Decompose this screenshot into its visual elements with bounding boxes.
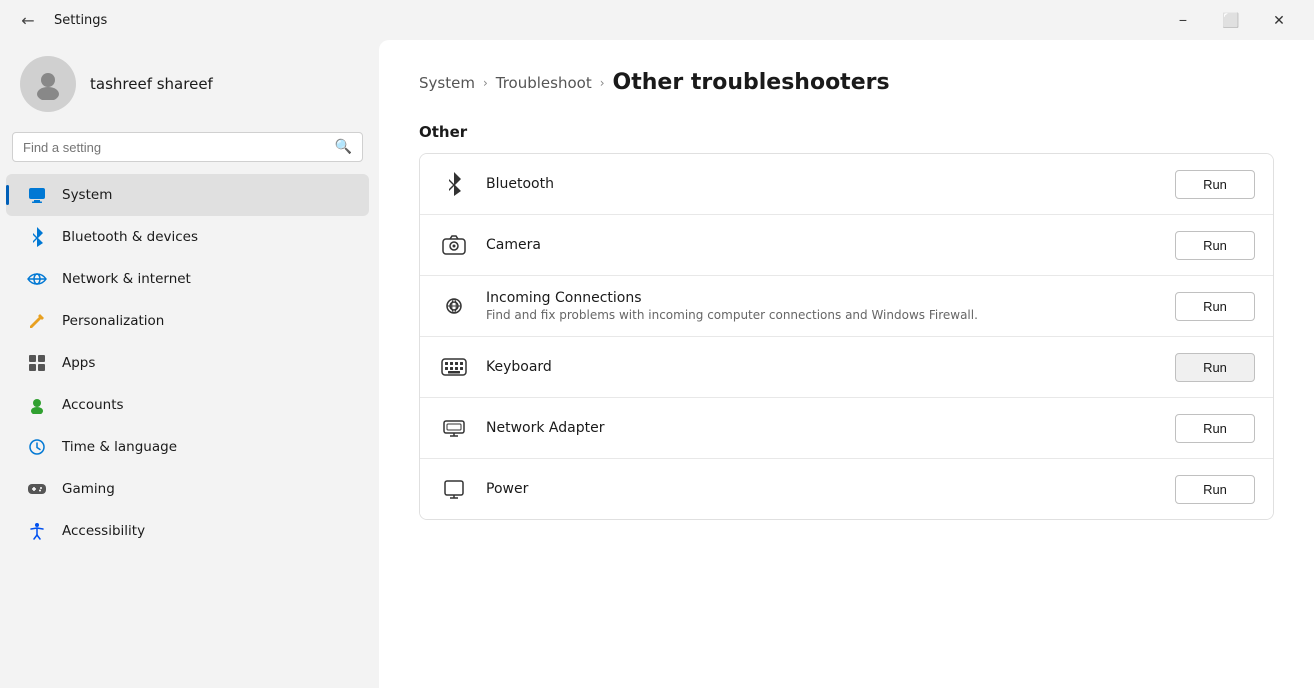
camera-run-button[interactable]: Run [1175, 231, 1255, 260]
app-body: tashreef shareef 🔍 System [0, 40, 1314, 688]
bluetooth-item-text: Bluetooth [486, 176, 1159, 192]
search-icon: 🔍 [335, 139, 352, 155]
sidebar-label-system: System [62, 187, 112, 203]
sidebar-label-bluetooth: Bluetooth & devices [62, 229, 198, 245]
troubleshooter-list: Bluetooth Run Camera Run [419, 153, 1274, 520]
back-button[interactable]: ← [12, 4, 44, 36]
sidebar-label-gaming: Gaming [62, 481, 115, 497]
troubleshooter-item-incoming: Incoming Connections Find and fix proble… [420, 276, 1273, 337]
troubleshooter-item-network: Network Adapter Run [420, 398, 1273, 459]
incoming-run-button[interactable]: Run [1175, 292, 1255, 321]
section-title: Other [419, 123, 1274, 141]
sidebar-label-accessibility: Accessibility [62, 523, 145, 539]
accounts-icon [26, 394, 48, 416]
sidebar-label-personalization: Personalization [62, 313, 164, 329]
main-content: System › Troubleshoot › Other troublesho… [379, 40, 1314, 688]
apps-icon [26, 352, 48, 374]
keyboard-troubleshoot-icon [438, 351, 470, 383]
incoming-item-title: Incoming Connections [486, 290, 1159, 306]
network-icon [26, 268, 48, 290]
keyboard-item-text: Keyboard [486, 359, 1159, 375]
sidebar: tashreef shareef 🔍 System [0, 40, 375, 688]
breadcrumb-system[interactable]: System [419, 74, 475, 92]
sidebar-label-time: Time & language [62, 439, 177, 455]
troubleshooter-item-power: Power Run [420, 459, 1273, 519]
app-title: Settings [54, 13, 107, 28]
breadcrumb-sep-1: › [483, 76, 488, 90]
power-item-title: Power [486, 481, 1159, 497]
troubleshooter-item-bluetooth: Bluetooth Run [420, 154, 1273, 215]
sidebar-item-apps[interactable]: Apps [6, 342, 369, 384]
incoming-item-text: Incoming Connections Find and fix proble… [486, 290, 1159, 322]
sidebar-item-network[interactable]: Network & internet [6, 258, 369, 300]
troubleshooter-item-keyboard: Keyboard Run [420, 337, 1273, 398]
incoming-troubleshoot-icon [438, 290, 470, 322]
sidebar-label-apps: Apps [62, 355, 95, 371]
sidebar-item-accessibility[interactable]: Accessibility [6, 510, 369, 552]
camera-troubleshoot-icon [438, 229, 470, 261]
breadcrumb: System › Troubleshoot › Other troublesho… [419, 70, 1274, 95]
search-container: 🔍 [0, 132, 375, 174]
sidebar-label-accounts: Accounts [62, 397, 124, 413]
bluetooth-troubleshoot-icon [438, 168, 470, 200]
system-icon [26, 184, 48, 206]
minimize-button[interactable]: − [1160, 4, 1206, 36]
sidebar-item-system[interactable]: System [6, 174, 369, 216]
troubleshooter-item-camera: Camera Run [420, 215, 1273, 276]
sidebar-item-time[interactable]: Time & language [6, 426, 369, 468]
bluetooth-run-button[interactable]: Run [1175, 170, 1255, 199]
sidebar-item-personalization[interactable]: Personalization [6, 300, 369, 342]
incoming-item-desc: Find and fix problems with incoming comp… [486, 308, 1159, 322]
close-button[interactable]: ✕ [1256, 4, 1302, 36]
power-troubleshoot-icon [438, 473, 470, 505]
maximize-button[interactable]: ⬜ [1208, 4, 1254, 36]
sidebar-label-network: Network & internet [62, 271, 191, 287]
username: tashreef shareef [90, 75, 213, 93]
search-input[interactable] [23, 140, 327, 155]
camera-item-title: Camera [486, 237, 1159, 253]
network-item-title: Network Adapter [486, 420, 1159, 436]
bluetooth-item-title: Bluetooth [486, 176, 1159, 192]
accessibility-icon [26, 520, 48, 542]
keyboard-item-title: Keyboard [486, 359, 1159, 375]
sidebar-item-accounts[interactable]: Accounts [6, 384, 369, 426]
power-run-button[interactable]: Run [1175, 475, 1255, 504]
network-troubleshoot-icon [438, 412, 470, 444]
breadcrumb-troubleshoot[interactable]: Troubleshoot [496, 74, 592, 92]
avatar [20, 56, 76, 112]
time-icon [26, 436, 48, 458]
titlebar-left: ← Settings [12, 4, 107, 36]
sidebar-item-bluetooth[interactable]: Bluetooth & devices [6, 216, 369, 258]
breadcrumb-current: Other troubleshooters [613, 70, 890, 95]
power-item-text: Power [486, 481, 1159, 497]
window-controls: − ⬜ ✕ [1160, 4, 1302, 36]
network-item-text: Network Adapter [486, 420, 1159, 436]
bluetooth-icon [26, 226, 48, 248]
camera-item-text: Camera [486, 237, 1159, 253]
titlebar: ← Settings − ⬜ ✕ [0, 0, 1314, 40]
breadcrumb-sep-2: › [600, 76, 605, 90]
search-box: 🔍 [12, 132, 363, 162]
keyboard-run-button[interactable]: Run [1175, 353, 1255, 382]
user-profile: tashreef shareef [0, 40, 375, 132]
personalization-icon [26, 310, 48, 332]
gaming-icon [26, 478, 48, 500]
sidebar-item-gaming[interactable]: Gaming [6, 468, 369, 510]
network-run-button[interactable]: Run [1175, 414, 1255, 443]
